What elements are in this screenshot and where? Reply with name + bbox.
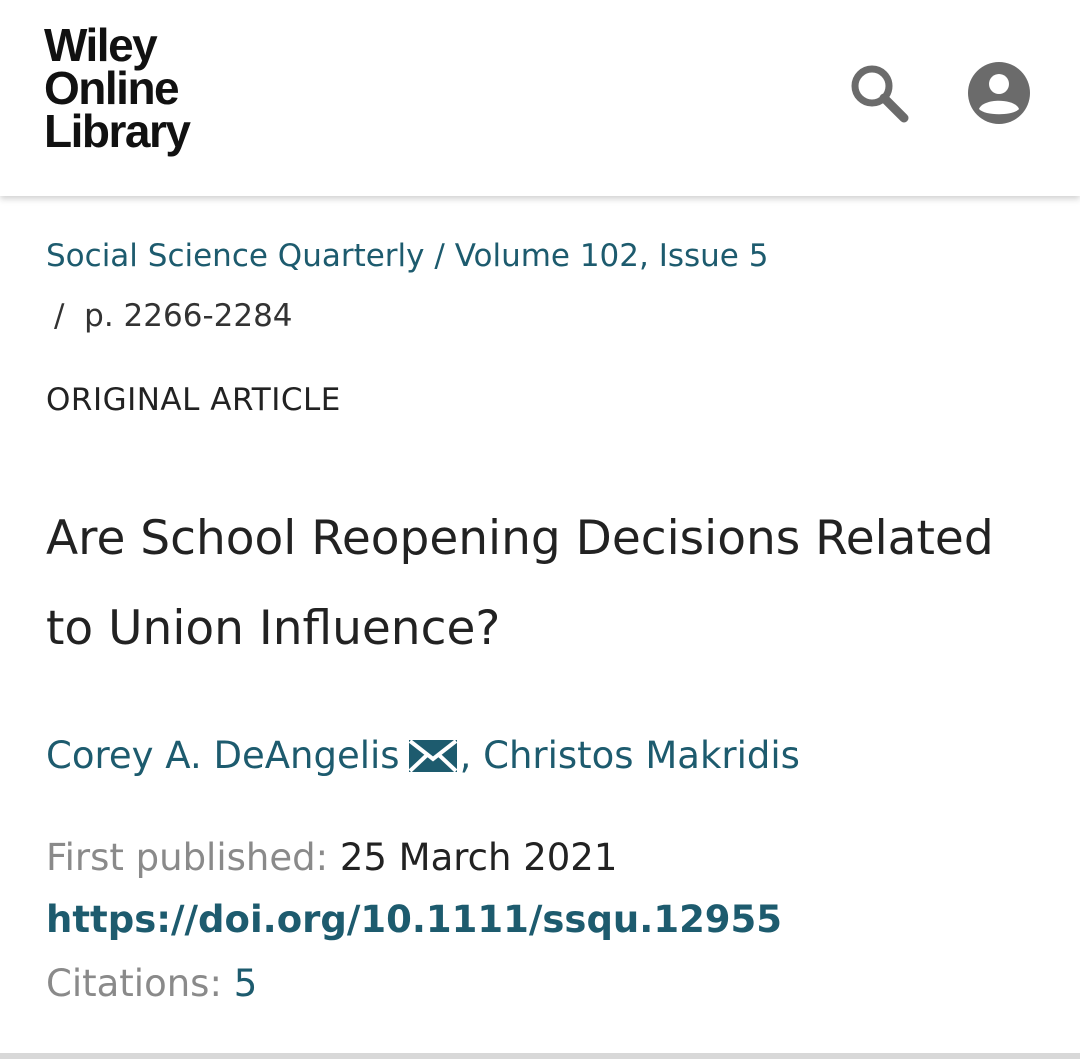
- article-page: Wiley Online Library Social Science Quar…: [0, 0, 1080, 1059]
- email-icon[interactable]: [408, 738, 458, 773]
- citations-count-link[interactable]: 5: [234, 962, 258, 1005]
- bottom-divider: [0, 1053, 1080, 1059]
- wiley-online-library-logo[interactable]: Wiley Online Library: [44, 19, 191, 157]
- account-circle-icon: [968, 62, 1030, 124]
- article-header: Social Science Quarterly / Volume 102, I…: [0, 198, 1080, 1053]
- search-button[interactable]: [846, 60, 910, 124]
- article-title: Are School Reopening Decisions Related t…: [46, 511, 994, 656]
- first-published: First published: 25 March 2021: [46, 836, 617, 879]
- citations: Citations: 5: [46, 962, 257, 1005]
- page-range: / p. 2266-2284: [54, 298, 293, 334]
- breadcrumb: Social Science Quarterly / Volume 102, I…: [46, 238, 768, 274]
- first-published-date: 25 March 2021: [339, 836, 618, 879]
- site-header: Wiley Online Library: [0, 0, 1080, 196]
- journal-link[interactable]: Social Science Quarterly: [46, 238, 425, 274]
- logo-line-1: Wiley: [44, 19, 158, 71]
- pages-value: p. 2266-2284: [84, 298, 293, 334]
- author-list: Corey A. DeAngelis , Christos Makridis: [46, 734, 800, 777]
- account-button[interactable]: [966, 60, 1032, 126]
- breadcrumb-separator: /: [434, 238, 445, 274]
- first-published-label: First published:: [46, 836, 329, 879]
- logo-line-2: Online: [44, 62, 180, 114]
- search-icon: [851, 65, 909, 123]
- doi-link[interactable]: https://doi.org/10.1111/ssqu.12955: [46, 898, 782, 941]
- article-type: ORIGINAL ARTICLE: [46, 382, 341, 418]
- logo-line-3: Library: [44, 105, 191, 157]
- citations-label: Citations:: [46, 962, 222, 1005]
- author-separator: ,: [459, 734, 472, 777]
- author-link[interactable]: Christos Makridis: [483, 734, 800, 777]
- volume-issue-link[interactable]: Volume 102, Issue 5: [455, 238, 769, 274]
- pages-separator: /: [54, 298, 65, 334]
- author-link[interactable]: Corey A. DeAngelis: [46, 734, 400, 777]
